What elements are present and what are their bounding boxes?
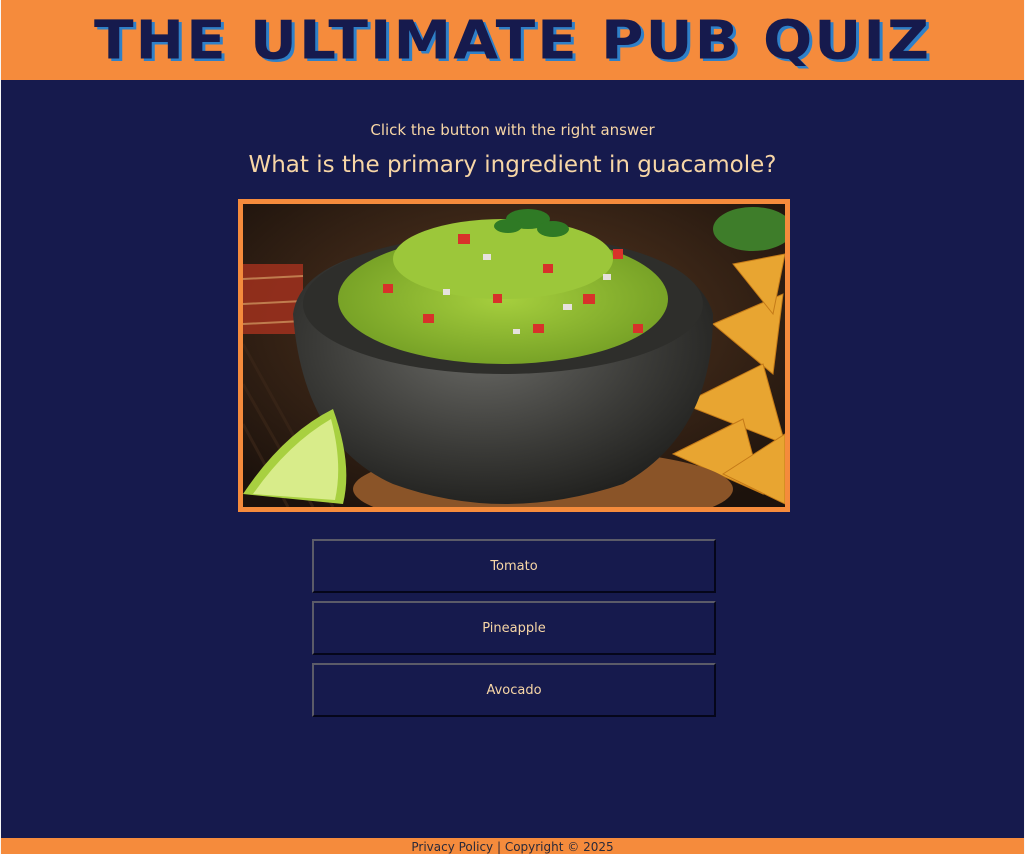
quiz-instruction: Click the button with the right answer — [370, 121, 655, 139]
privacy-policy-link[interactable]: Privacy Policy — [411, 840, 493, 854]
answer-button-avocado[interactable]: Avocado — [312, 663, 716, 717]
answer-list: Tomato Pineapple Avocado — [312, 539, 716, 725]
page: THE ULTIMATE PUB QUIZ Click the button w… — [0, 0, 1025, 854]
answer-button-tomato[interactable]: Tomato — [312, 539, 716, 593]
guacamole-photo — [243, 204, 785, 507]
site-footer: Privacy Policy | Copyright © 2025 — [1, 838, 1024, 854]
footer-separator: | — [493, 840, 505, 854]
copyright-text: Copyright © 2025 — [504, 840, 614, 854]
question-image — [238, 199, 790, 512]
quiz-question: What is the primary ingredient in guacam… — [248, 152, 777, 178]
answer-button-pineapple[interactable]: Pineapple — [312, 601, 716, 655]
site-title: THE ULTIMATE PUB QUIZ — [93, 8, 932, 72]
site-header: THE ULTIMATE PUB QUIZ — [1, 0, 1024, 80]
